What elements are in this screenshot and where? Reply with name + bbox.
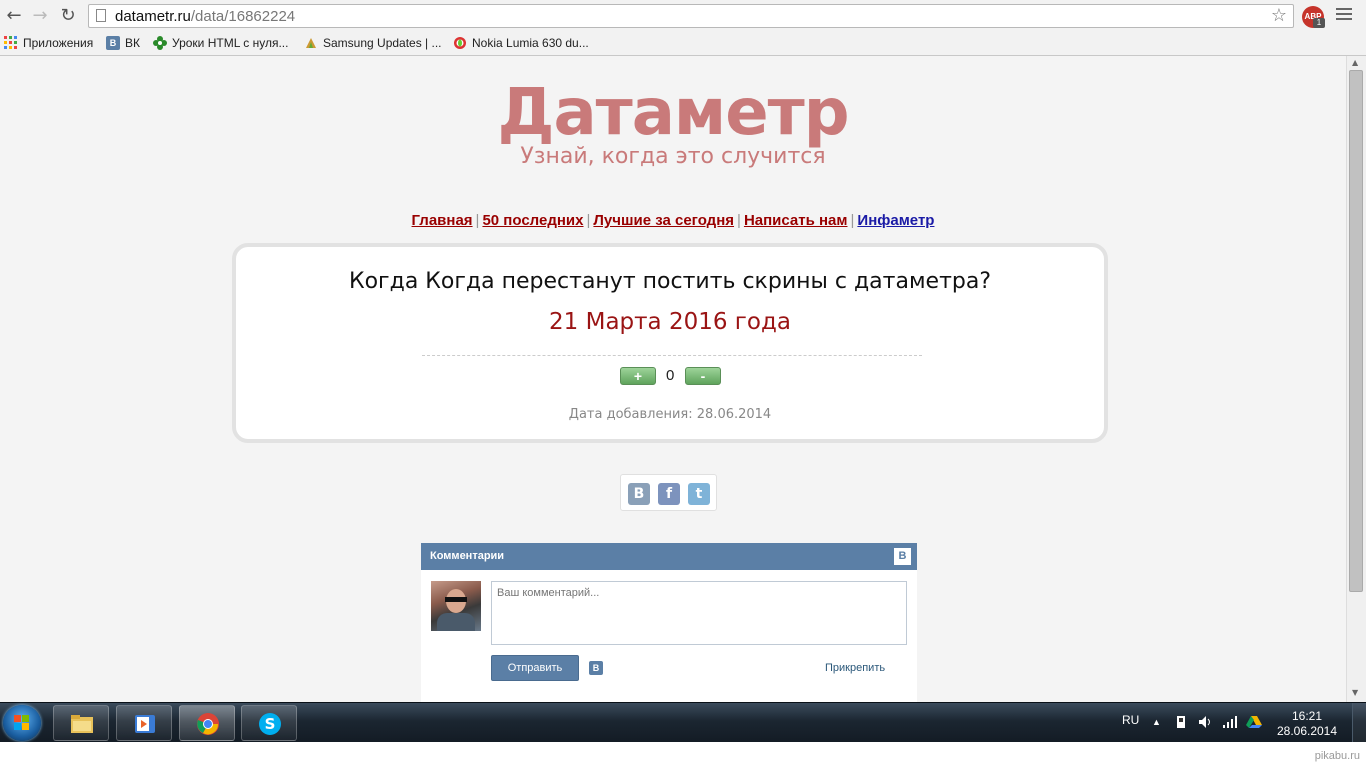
nav-separator: |	[737, 212, 741, 229]
adblock-badge: 1	[1313, 18, 1325, 28]
nav-link-infametr[interactable]: Инфаметр	[857, 212, 934, 229]
vk-share-toggle-icon[interactable]: В	[589, 661, 603, 675]
windows-logo-icon	[14, 715, 30, 731]
green-flower-icon	[153, 36, 167, 50]
bookmark-nokia[interactable]: Nokia Lumia 630 du...	[453, 36, 589, 50]
language-indicator[interactable]: RU	[1122, 713, 1139, 727]
bookmark-samsung-updates[interactable]: Samsung Updates | ...	[304, 36, 442, 50]
nav-link-home[interactable]: Главная	[412, 212, 473, 229]
share-vk-icon[interactable]: В	[628, 483, 650, 505]
svg-text:S: S	[265, 715, 276, 733]
comments-title: Комментарии	[430, 550, 505, 562]
share-twitter-icon[interactable]: t	[688, 483, 710, 505]
start-button[interactable]	[3, 705, 41, 741]
page-scrollbar[interactable]: ▲ ▼	[1346, 56, 1366, 702]
date-added: Дата добавления: 28.06.2014	[568, 407, 772, 422]
bookmark-label: Приложения	[23, 36, 94, 50]
nav-separator: |	[586, 212, 591, 229]
divider	[422, 355, 922, 356]
taskbar-media-player[interactable]	[116, 705, 172, 741]
scroll-up-icon[interactable]: ▲	[1352, 58, 1358, 67]
bookmark-label: ВК	[125, 36, 140, 50]
main-nav: Главная | 50 последних | Лучшие за сегодня | Н…	[0, 212, 1346, 229]
vk-logo-icon[interactable]: В	[894, 548, 911, 565]
media-player-icon	[133, 712, 157, 736]
bookmark-apps[interactable]: Приложения	[4, 36, 93, 50]
user-avatar[interactable]	[431, 581, 481, 631]
share-facebook-icon[interactable]: f	[658, 483, 680, 505]
taskbar-chrome[interactable]	[179, 705, 235, 741]
site-slogan: Узнай, когда это случится	[520, 144, 826, 169]
clock-time: 16:21	[1291, 709, 1323, 723]
comment-input[interactable]	[491, 581, 907, 645]
answer-date: 21 Марта 2016 года	[549, 309, 791, 335]
folder-icon	[70, 712, 94, 736]
tray-device-icon[interactable]	[1174, 715, 1188, 732]
attach-link[interactable]: Прикрепить	[825, 662, 885, 674]
windows-taskbar: S RU ▲ 16:21 28.06.2014	[0, 702, 1366, 743]
prediction-card: Когда Когда перестанут постить скрины с …	[232, 243, 1108, 443]
tray-expand-icon[interactable]: ▲	[1152, 717, 1161, 727]
site-logo[interactable]: Датаметр	[0, 76, 1346, 150]
bookmark-star-icon[interactable]: ☆	[1271, 5, 1287, 26]
reload-icon[interactable]: ↻	[58, 6, 78, 26]
system-clock[interactable]: 16:21 28.06.2014	[1272, 709, 1342, 739]
browser-menu-icon[interactable]	[1336, 8, 1352, 22]
volume-icon[interactable]	[1198, 715, 1214, 732]
bookmark-vk[interactable]: В ВК	[106, 36, 140, 50]
bookmark-label: Samsung Updates | ...	[323, 36, 442, 50]
nav-link-contact[interactable]: Написать нам	[744, 212, 848, 229]
vk-icon: В	[106, 36, 120, 50]
taskbar-skype[interactable]: S	[241, 705, 297, 741]
opera-icon	[453, 36, 467, 50]
share-buttons: В f t	[620, 474, 717, 511]
bookmark-label: Nokia Lumia 630 du...	[472, 36, 589, 50]
google-drive-icon[interactable]	[1246, 715, 1262, 732]
vote-minus-button[interactable]: -	[685, 367, 721, 385]
vk-comments-widget: Комментарии В Отправить В Прикрепить	[421, 543, 917, 702]
taskbar-explorer[interactable]	[53, 705, 109, 741]
watermark: pikabu.ru	[1314, 750, 1360, 762]
vote-score: 0	[666, 367, 675, 384]
skype-icon: S	[258, 712, 282, 736]
forward-arrow-icon[interactable]: →	[30, 6, 50, 26]
scroll-thumb[interactable]	[1349, 70, 1363, 592]
nav-link-best-today[interactable]: Лучшие за сегодня	[593, 212, 734, 229]
chrome-icon	[196, 712, 220, 736]
url-text: datametr.ru/data/16862224	[115, 8, 296, 25]
page-icon	[96, 9, 106, 22]
back-arrow-icon[interactable]: ←	[4, 6, 24, 26]
comments-header: Комментарии В	[421, 543, 917, 570]
nav-separator: |	[475, 212, 480, 229]
vote-plus-button[interactable]: +	[620, 367, 656, 385]
show-desktop-button[interactable]	[1352, 703, 1366, 743]
bookmark-html-lessons[interactable]: Уроки HTML с нуля...	[153, 36, 288, 50]
scroll-down-icon[interactable]: ▼	[1352, 688, 1358, 697]
bottom-strip: pikabu.ru	[0, 742, 1366, 768]
clock-date: 28.06.2014	[1276, 724, 1338, 738]
bookmarks-bar: Приложения В ВК Уроки HTML с нуля... Sam…	[0, 33, 1366, 56]
question-text: Когда Когда перестанут постить скрины с …	[348, 269, 992, 294]
bookmark-label: Уроки HTML с нуля...	[172, 36, 289, 50]
samsung-updates-icon	[304, 36, 318, 50]
send-comment-button[interactable]: Отправить	[491, 655, 579, 681]
nav-link-latest-50[interactable]: 50 последних	[482, 212, 583, 229]
network-signal-icon[interactable]	[1222, 715, 1238, 732]
page-content: Датаметр Узнай, когда это случится Главн…	[0, 56, 1346, 702]
address-bar[interactable]: datametr.ru/data/16862224 ☆	[88, 4, 1294, 28]
browser-toolbar: ← → ↻ datametr.ru/data/16862224 ☆ ABP 1	[0, 0, 1366, 33]
nav-separator: |	[850, 212, 855, 229]
apps-grid-icon	[4, 36, 18, 50]
